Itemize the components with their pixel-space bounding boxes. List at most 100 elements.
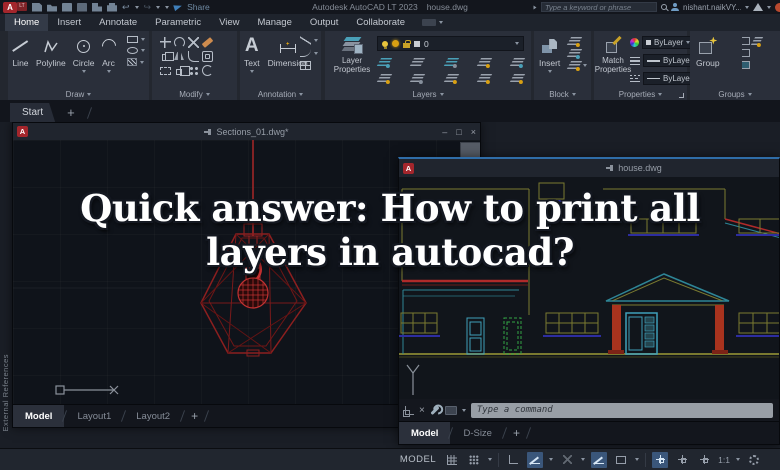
- polyline-button[interactable]: Polyline: [36, 36, 66, 73]
- move-icon[interactable]: [159, 36, 171, 48]
- sections-tab-model[interactable]: Model: [13, 405, 65, 427]
- search-icon[interactable]: [661, 4, 667, 10]
- layer-walk-icon[interactable]: [509, 74, 526, 82]
- hatch-tool-button[interactable]: [127, 58, 145, 66]
- external-references-palette-tab[interactable]: External References: [1, 354, 10, 431]
- join-icon[interactable]: [201, 64, 213, 76]
- search-input[interactable]: Type a keyword or phrase: [541, 2, 657, 12]
- layer-isolate-icon[interactable]: [376, 58, 393, 66]
- annotation-panel-label[interactable]: Annotation: [240, 88, 321, 100]
- undo-dropdown-caret-icon[interactable]: [134, 5, 139, 9]
- house-tab-model[interactable]: Model: [399, 422, 451, 444]
- arc-button[interactable]: Arc: [98, 36, 119, 73]
- new-drawing-tab-button[interactable]: +: [63, 103, 79, 122]
- layer-on-all-icon[interactable]: [410, 74, 426, 82]
- leader-tool-button[interactable]: [300, 36, 318, 45]
- object-snap-toggle[interactable]: [613, 452, 629, 468]
- polar-dropdown-caret-icon[interactable]: [549, 458, 554, 461]
- snap-mode-toggle[interactable]: [466, 452, 482, 468]
- tab-parametric[interactable]: Parametric: [146, 14, 210, 31]
- autodesk-app-icon[interactable]: [753, 3, 763, 11]
- block-panel-label[interactable]: Block: [534, 88, 591, 100]
- sections-tab-layout1[interactable]: Layout1: [65, 405, 123, 427]
- layer-match-icon[interactable]: [509, 58, 526, 66]
- ribbon-display-toggle[interactable]: [421, 14, 443, 31]
- redo-dropdown-caret-icon[interactable]: [156, 5, 161, 9]
- match-properties-button[interactable]: Match Properties: [595, 35, 631, 74]
- tab-output[interactable]: Output: [301, 14, 348, 31]
- tab-view[interactable]: View: [210, 14, 248, 31]
- scale-icon[interactable]: [176, 66, 190, 76]
- line-button[interactable]: Line: [12, 36, 29, 73]
- group-selection-button[interactable]: [742, 61, 761, 69]
- insert-dropdown-caret-icon[interactable]: [547, 70, 552, 73]
- draw-panel-label[interactable]: Draw: [8, 88, 149, 100]
- isodraft-dropdown-caret-icon[interactable]: [581, 458, 586, 461]
- sections-new-layout-button[interactable]: +: [183, 409, 206, 423]
- customize-qat-icon[interactable]: [165, 5, 170, 9]
- copy-icon[interactable]: [161, 52, 174, 61]
- command-dropdown-caret-icon[interactable]: [461, 408, 466, 412]
- layer-freeze-icon[interactable]: [443, 58, 459, 66]
- edit-block-button[interactable]: [566, 49, 587, 57]
- close-button[interactable]: ×: [471, 127, 476, 137]
- annotation-scale-control[interactable]: 1:1: [718, 455, 730, 465]
- insert-button[interactable]: Insert: [539, 36, 560, 73]
- edit-attributes-button[interactable]: [566, 61, 587, 69]
- create-block-button[interactable]: [566, 37, 587, 45]
- modify-panel-label[interactable]: Modify: [152, 88, 237, 100]
- minimize-button[interactable]: –: [442, 127, 447, 137]
- save-icon[interactable]: [62, 2, 72, 12]
- layer-off-icon[interactable]: [376, 74, 393, 82]
- rotate-icon[interactable]: [173, 36, 185, 48]
- fillet-icon[interactable]: [187, 50, 199, 62]
- properties-panel-label[interactable]: Properties: [594, 88, 687, 100]
- layer-unisolate-icon[interactable]: [410, 58, 426, 66]
- osnap-dropdown-caret-icon[interactable]: [635, 458, 640, 461]
- erase-icon[interactable]: [201, 36, 213, 48]
- text-dropdown-caret-icon[interactable]: [249, 70, 254, 73]
- export-icon[interactable]: [92, 2, 102, 12]
- house-tab-dsize[interactable]: D-Size: [451, 422, 504, 444]
- tab-manage[interactable]: Manage: [249, 14, 301, 31]
- layer-properties-button[interactable]: Layer Properties: [331, 35, 373, 74]
- new-file-icon[interactable]: [32, 2, 42, 12]
- groups-panel-label[interactable]: Groups: [690, 88, 780, 100]
- autodesk-menu-caret-icon[interactable]: [767, 5, 771, 9]
- rectangle-tool-button[interactable]: [127, 36, 145, 43]
- tab-insert[interactable]: Insert: [48, 14, 90, 31]
- model-space-indicator[interactable]: MODEL: [400, 454, 436, 465]
- trim-icon[interactable]: [187, 36, 199, 48]
- array-icon[interactable]: [187, 64, 199, 76]
- layer-lock-icon[interactable]: [476, 58, 492, 66]
- house-model-space[interactable]: [399, 177, 779, 401]
- lineweight-icon[interactable]: [630, 56, 640, 65]
- tab-collaborate[interactable]: Collaborate: [347, 14, 414, 31]
- tab-annotate[interactable]: Annotate: [90, 14, 146, 31]
- mirror-icon[interactable]: [173, 50, 185, 62]
- maximize-button[interactable]: □: [456, 127, 461, 137]
- table-tool-button[interactable]: [300, 61, 318, 70]
- circle-button[interactable]: Circle: [73, 36, 95, 73]
- app-menu-button[interactable]: A LT: [3, 1, 27, 13]
- group-edit-button[interactable]: [742, 49, 761, 57]
- layer-select-dropdown[interactable]: 0: [377, 36, 524, 51]
- polar-tracking-toggle[interactable]: [527, 451, 544, 468]
- tab-home[interactable]: Home: [5, 14, 49, 31]
- recent-commands-icon[interactable]: [444, 405, 457, 415]
- close-command-line-icon[interactable]: ×: [419, 405, 425, 416]
- group-button[interactable]: Group: [696, 36, 720, 68]
- user-menu-caret-icon[interactable]: [745, 5, 749, 9]
- ungroup-button[interactable]: [742, 37, 764, 45]
- viewcube-stub[interactable]: [460, 142, 480, 158]
- layer-unlock-all-icon[interactable]: [476, 74, 492, 82]
- customize-wrench-icon[interactable]: [430, 405, 440, 415]
- user-name[interactable]: nishant.naikVY...: [683, 3, 741, 12]
- color-wheel-icon[interactable]: [630, 38, 639, 47]
- redo-button[interactable]: ↪: [144, 2, 152, 12]
- share-icon[interactable]: [173, 2, 183, 12]
- offset-icon[interactable]: [201, 50, 213, 62]
- search-history-caret-icon[interactable]: [533, 5, 537, 9]
- layers-panel-label[interactable]: Layers: [325, 88, 531, 100]
- ellipse-tool-button[interactable]: [127, 47, 145, 54]
